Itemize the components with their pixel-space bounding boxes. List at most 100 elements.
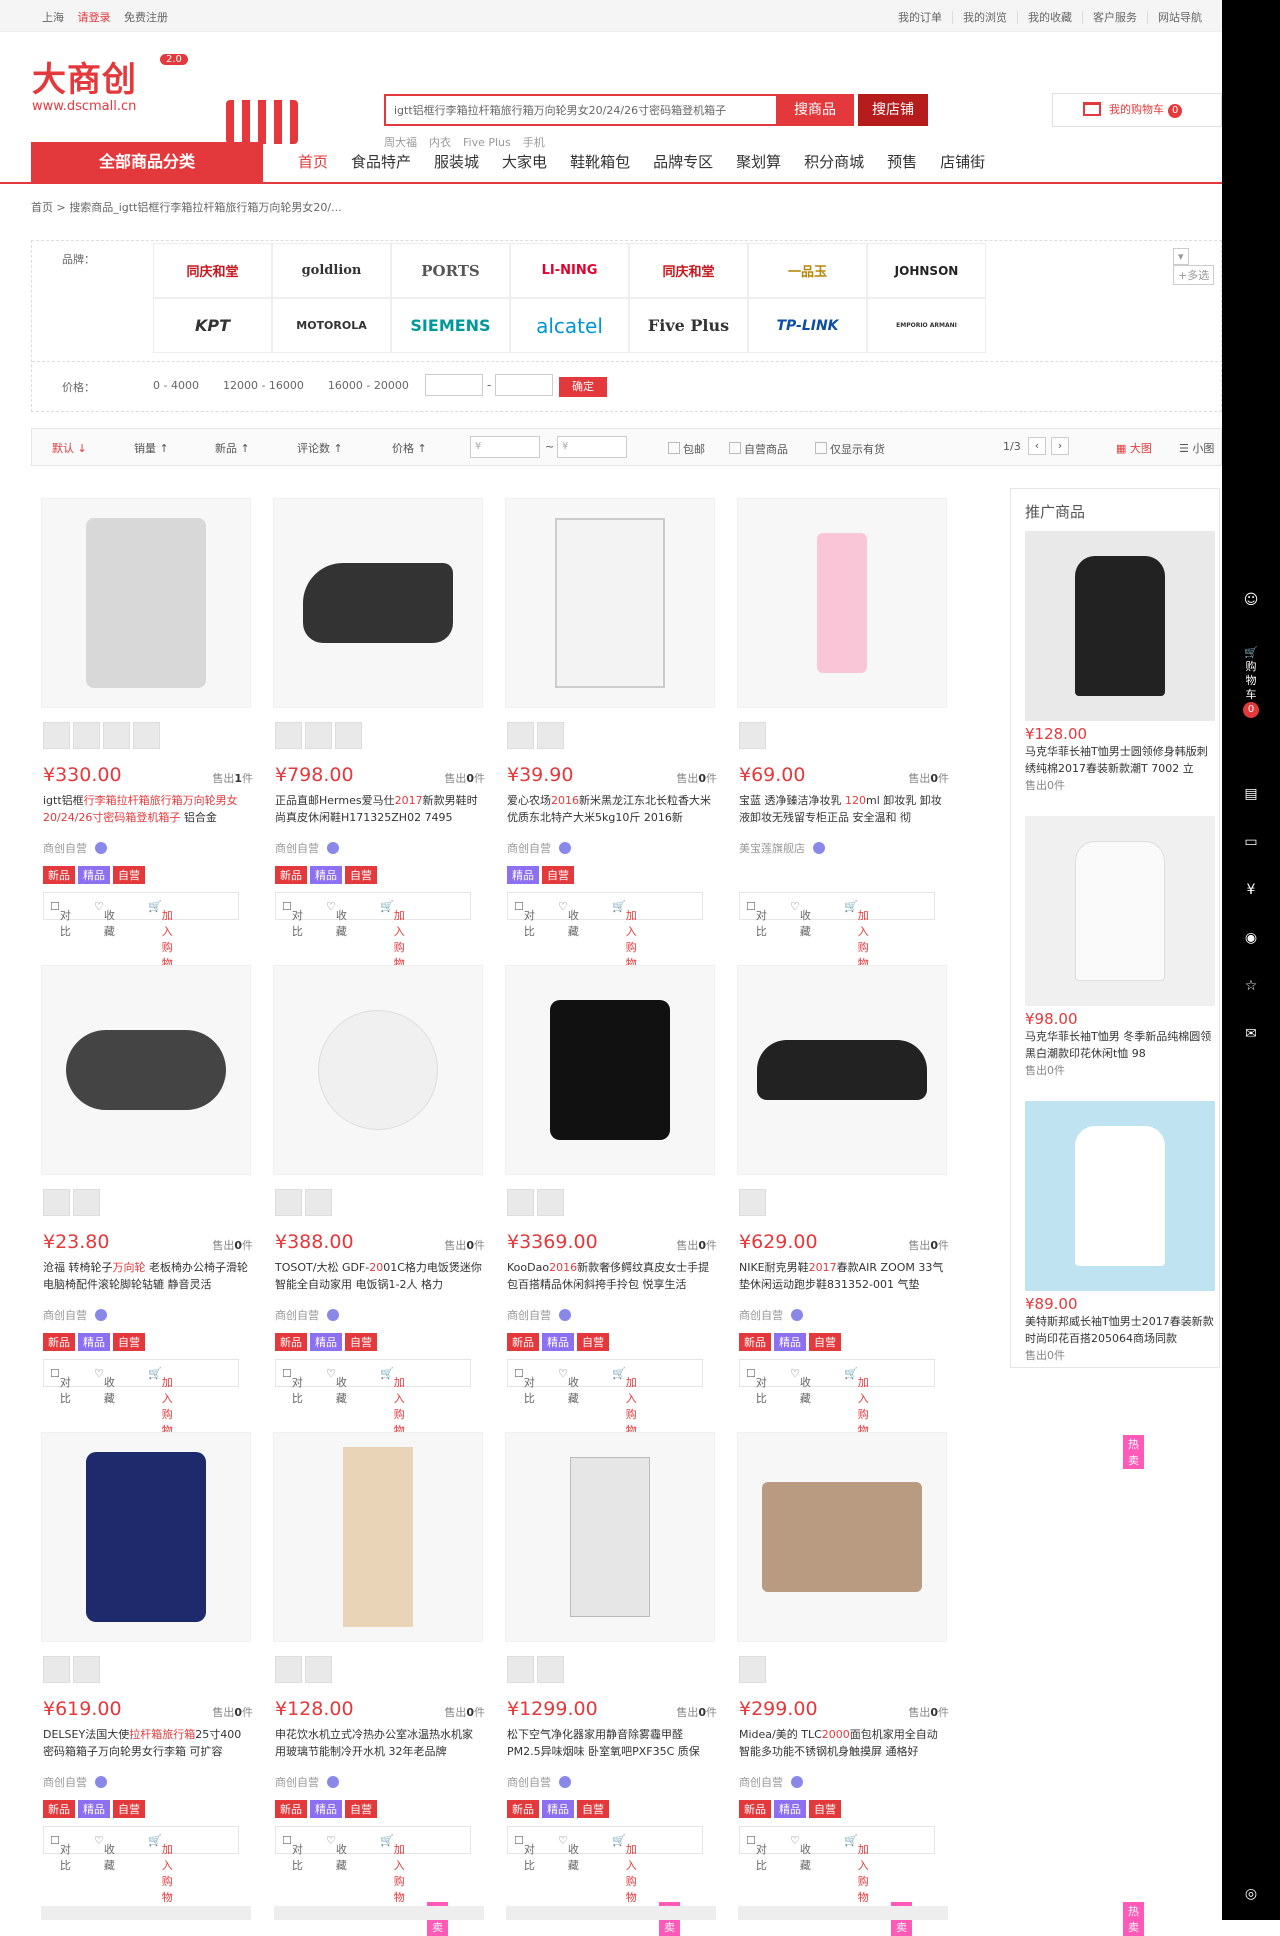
collect-button[interactable]: ♡ 收藏 bbox=[790, 1367, 811, 1405]
shop-name[interactable]: 商创自营 bbox=[507, 1307, 571, 1323]
shop-name[interactable]: 商创自营 bbox=[739, 1307, 803, 1323]
site-nav-link[interactable]: 网站导航 bbox=[1147, 11, 1202, 24]
brand-logo[interactable]: TP-LINK bbox=[748, 298, 867, 353]
my-history-link[interactable]: 我的浏览 bbox=[952, 11, 1007, 24]
product-thumb[interactable] bbox=[43, 1656, 70, 1683]
chat-icon[interactable] bbox=[791, 1309, 803, 1321]
promo-name[interactable]: 马克华菲长袖T恤男士圆领修身韩版刺绣纯棉2017春装新款潮T 7002 立 bbox=[1025, 743, 1215, 777]
chat-icon[interactable] bbox=[791, 1776, 803, 1788]
shop-name[interactable]: 商创自营 bbox=[43, 1774, 107, 1790]
view-small-button[interactable]: ☰ 小图 bbox=[1179, 440, 1214, 456]
chat-icon[interactable] bbox=[95, 1309, 107, 1321]
product-thumb[interactable] bbox=[103, 722, 130, 749]
product-card[interactable]: ¥128.00 售出0件 申花饮水机立式冷热办公室冰温热水机家用玻璃节能制冷开水… bbox=[263, 1416, 680, 1936]
product-thumb[interactable] bbox=[73, 722, 100, 749]
collect-button[interactable]: ♡ 收藏 bbox=[94, 900, 115, 938]
promo-item[interactable]: ¥89.00 美特斯邦威长袖T恤男士2017春装新款时尚印花百搭205064商场… bbox=[1025, 1101, 1215, 1363]
add-to-cart-button[interactable]: 🛒加入购物车 bbox=[612, 1834, 637, 1920]
product-card[interactable]: ¥798.00 售出0件 正品直邮Hermes爱马仕2017新款男鞋时尚真皮休闲… bbox=[263, 482, 680, 1002]
product-thumb[interactable] bbox=[305, 1189, 332, 1216]
in-stock-checkbox[interactable]: 仅显示有货 bbox=[815, 441, 885, 457]
promo-item[interactable]: ¥98.00 马克华菲长袖T恤男 冬季新品纯棉圆领黑白潮款印花休闲t恤 98 售… bbox=[1025, 816, 1215, 1078]
prev-page-button[interactable]: ‹ bbox=[1028, 437, 1046, 455]
sort-price-from-input[interactable]: ¥ bbox=[470, 436, 540, 458]
chat-icon[interactable] bbox=[327, 842, 339, 854]
shop-name[interactable]: 商创自营 bbox=[507, 1774, 571, 1790]
add-to-cart-button[interactable]: 🛒加入购物车 bbox=[844, 1367, 869, 1453]
product-title[interactable]: igtt铝框行李箱拉杆箱旅行箱万向轮男女20/24/26寸密码箱登机箱子 铝合金 bbox=[43, 792, 251, 826]
nav-item-shop-street[interactable]: 店铺街 bbox=[940, 153, 985, 171]
product-title[interactable]: 申花饮水机立式冷热办公室冰温热水机家用玻璃节能制冷开水机 32年老品牌 bbox=[275, 1726, 483, 1760]
brand-logo[interactable]: goldlion bbox=[272, 243, 391, 298]
customer-service-link[interactable]: 客户服务 bbox=[1082, 11, 1137, 24]
product-title[interactable]: 爱心农场2016新米黑龙江东北长粒香大米优质东北特产大米5kg10斤 2016新 bbox=[507, 792, 715, 826]
nav-item-appliances[interactable]: 大家电 bbox=[502, 153, 547, 171]
compare-button[interactable]: ☐ 对比 bbox=[746, 1367, 767, 1405]
product-thumb[interactable] bbox=[739, 722, 766, 749]
product-thumb[interactable] bbox=[507, 1189, 534, 1216]
compare-button[interactable]: ☐ 对比 bbox=[746, 900, 767, 938]
shop-name[interactable]: 商创自营 bbox=[43, 840, 107, 856]
chat-icon[interactable] bbox=[327, 1776, 339, 1788]
promo-name[interactable]: 马克华菲长袖T恤男 冬季新品纯棉圆领黑白潮款印花休闲t恤 98 bbox=[1025, 1028, 1215, 1062]
search-shop-button[interactable]: 搜店铺 bbox=[858, 94, 928, 126]
product-image[interactable] bbox=[41, 965, 251, 1175]
user-icon[interactable]: ☺ bbox=[1222, 592, 1280, 608]
collect-button[interactable]: ♡ 收藏 bbox=[790, 1834, 811, 1872]
sort-default[interactable]: 默认 ↓ bbox=[52, 440, 87, 456]
add-to-cart-button[interactable]: 🛒加入购物车 bbox=[844, 1834, 869, 1920]
promo-item[interactable]: ¥128.00 马克华菲长袖T恤男士圆领修身韩版刺绣纯棉2017春装新款潮T 7… bbox=[1025, 531, 1215, 793]
product-title[interactable]: Midea/美的 TLC2000面包机家用全自动智能多功能不锈钢机身触摸屏 通格… bbox=[739, 1726, 947, 1760]
search-goods-button[interactable]: 搜商品 bbox=[776, 94, 854, 126]
price-min-input[interactable] bbox=[425, 374, 483, 396]
product-image[interactable] bbox=[41, 498, 251, 708]
sort-price[interactable]: 价格 ↑ bbox=[392, 440, 427, 456]
add-to-cart-button[interactable]: 🛒加入购物车 bbox=[380, 900, 405, 986]
product-card[interactable]: ¥299.00 售出0件 Midea/美的 TLC2000面包机家用全自动智能多… bbox=[727, 1416, 1144, 1936]
brand-logo[interactable]: MOTOROLA bbox=[272, 298, 391, 353]
compare-button[interactable]: ☐ 对比 bbox=[746, 1834, 767, 1872]
multi-select-button[interactable]: +多选 bbox=[1173, 265, 1215, 285]
product-card[interactable]: ¥23.80 售出0件 沧福 转椅轮子万向轮 老板椅办公椅子滑轮电脑椅配件滚轮脚… bbox=[31, 949, 448, 1469]
product-thumb[interactable] bbox=[275, 1656, 302, 1683]
shop-name[interactable]: 商创自营 bbox=[275, 1307, 339, 1323]
sort-sales[interactable]: 销量 ↑ bbox=[134, 440, 169, 456]
price-confirm-button[interactable]: 确定 bbox=[559, 377, 607, 397]
brand-logo[interactable]: LI-NING bbox=[510, 243, 629, 298]
register-link[interactable]: 免费注册 bbox=[124, 11, 168, 24]
product-image[interactable] bbox=[737, 1432, 947, 1642]
brand-logo[interactable]: EMPORIO ARMANI bbox=[867, 298, 986, 353]
price-max-input[interactable] bbox=[495, 374, 553, 396]
my-favorites-link[interactable]: 我的收藏 bbox=[1017, 11, 1072, 24]
location[interactable]: 上海 bbox=[42, 11, 64, 24]
product-title[interactable]: NIKE耐克男鞋2017春款AIR ZOOM 33气垫休闲运动跑步鞋831352… bbox=[739, 1259, 947, 1293]
product-thumb[interactable] bbox=[73, 1189, 100, 1216]
promo-image[interactable] bbox=[1025, 816, 1215, 1006]
compare-button[interactable]: ☐ 对比 bbox=[50, 1367, 71, 1405]
sort-price-to-input[interactable]: ¥ bbox=[557, 436, 627, 458]
promo-image[interactable] bbox=[1025, 1101, 1215, 1291]
my-orders-link[interactable]: 我的订单 bbox=[888, 11, 942, 24]
orders-icon[interactable]: ▤ bbox=[1222, 786, 1280, 802]
product-card[interactable]: ¥3369.00 售出0件 KooDao2016新款奢侈鳄纹真皮女士手提包百搭精… bbox=[495, 949, 912, 1469]
compare-button[interactable]: ☐ 对比 bbox=[50, 900, 71, 938]
product-image[interactable] bbox=[273, 498, 483, 708]
product-thumb[interactable] bbox=[537, 722, 564, 749]
cart-button[interactable]: 我的购物车 0 bbox=[1052, 93, 1222, 127]
product-thumb[interactable] bbox=[739, 1656, 766, 1683]
product-thumb[interactable] bbox=[537, 1656, 564, 1683]
nav-item-brands[interactable]: 品牌专区 bbox=[653, 153, 713, 171]
collect-button[interactable]: ♡ 收藏 bbox=[558, 1367, 579, 1405]
brand-logo[interactable]: alcatel bbox=[510, 298, 629, 353]
collect-button[interactable]: ♡ 收藏 bbox=[326, 1367, 347, 1405]
price-range-option[interactable]: 16000 - 20000 bbox=[328, 379, 409, 392]
brand-logo[interactable]: PORTS bbox=[391, 243, 510, 298]
chat-icon[interactable] bbox=[95, 1776, 107, 1788]
favorite-icon[interactable]: ☆ bbox=[1222, 978, 1280, 994]
brand-logo[interactable]: SIEMENS bbox=[391, 298, 510, 353]
brand-logo[interactable]: 一品玉 bbox=[748, 243, 867, 298]
nav-item-points-mall[interactable]: 积分商城 bbox=[804, 153, 864, 171]
product-thumb[interactable] bbox=[43, 1189, 70, 1216]
product-title[interactable]: TOSOT/大松 GDF-2001C格力电饭煲迷你智能全自动家用 电饭锅1-2人… bbox=[275, 1259, 483, 1293]
product-image[interactable] bbox=[737, 498, 947, 708]
